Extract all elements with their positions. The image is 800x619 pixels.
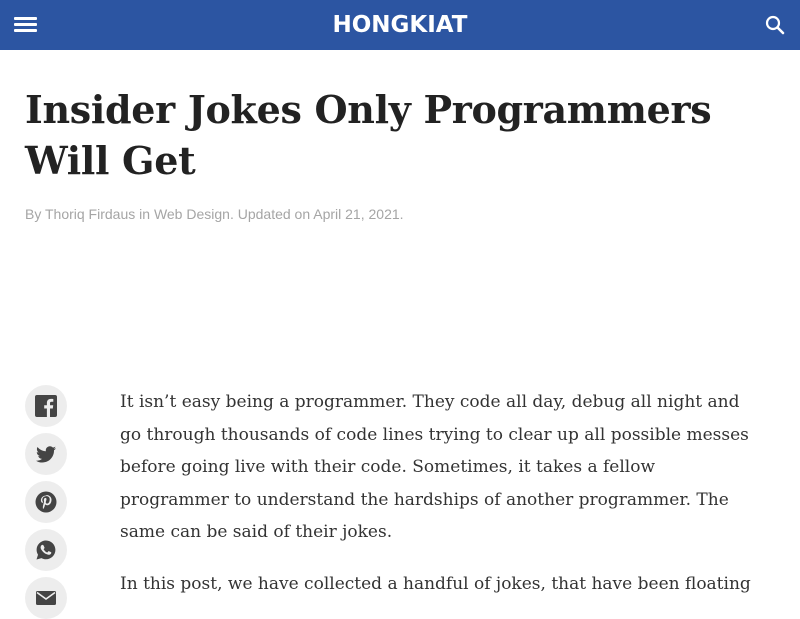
author-link[interactable]: Thoriq Firdaus xyxy=(45,206,135,222)
search-icon[interactable] xyxy=(764,14,786,36)
twitter-icon xyxy=(36,446,56,463)
email-icon xyxy=(36,591,56,605)
article-body: It isn’t easy being a programmer. They c… xyxy=(120,386,760,619)
article-title: Insider Jokes Only Programmers Will Get xyxy=(25,87,712,183)
share-whatsapp-button[interactable] xyxy=(25,529,67,571)
site-header: HONGKIAT xyxy=(0,0,800,50)
byline-prefix: By xyxy=(25,206,45,222)
share-pinterest-button[interactable] xyxy=(25,481,67,523)
facebook-icon xyxy=(35,395,57,417)
pinterest-icon xyxy=(35,491,57,513)
byline-in: in xyxy=(135,206,154,222)
updated-date: . Updated on April 21, 2021. xyxy=(229,206,404,222)
whatsapp-icon xyxy=(36,540,56,560)
article-byline: By Thoriq Firdaus in Web Design. Updated… xyxy=(25,206,625,222)
share-twitter-button[interactable] xyxy=(25,433,67,475)
paragraph: It isn’t easy being a programmer. They c… xyxy=(120,392,749,542)
share-email-button[interactable] xyxy=(25,577,67,619)
share-facebook-button[interactable] xyxy=(25,385,67,427)
site-logo[interactable]: HONGKIAT xyxy=(0,12,800,38)
paragraph: In this post, we have collected a handfu… xyxy=(120,573,751,594)
category-link[interactable]: Web Design xyxy=(154,206,230,222)
